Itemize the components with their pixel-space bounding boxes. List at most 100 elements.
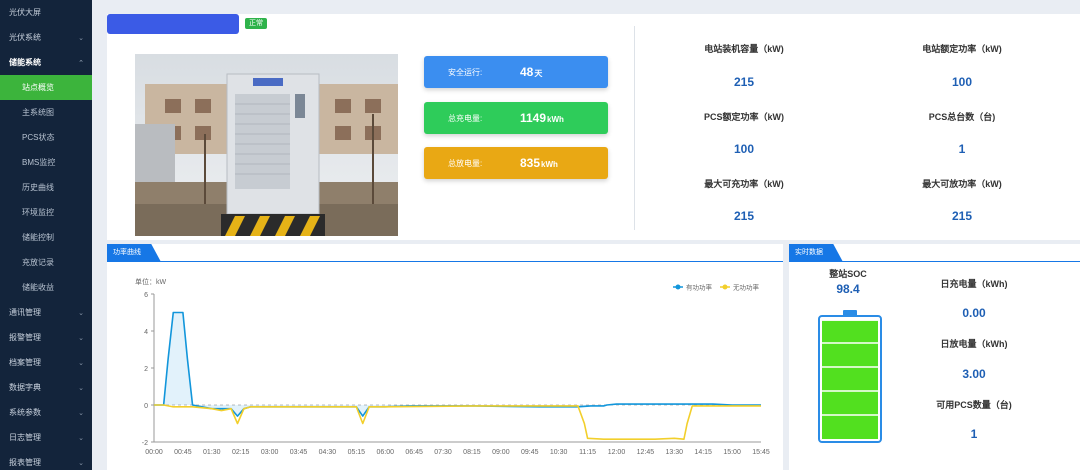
total-charge-card: 总充电量: 1149kWh	[424, 102, 608, 134]
total-discharge-unit: kWh	[541, 160, 558, 169]
y-tick-label: 2	[144, 366, 148, 373]
total-charge-label: 总充电量:	[448, 113, 483, 123]
kpi-pcs-count-value: 1	[958, 142, 966, 156]
y-tick-label: 6	[144, 292, 148, 299]
sidebar-item-label: 储能系统	[9, 58, 41, 67]
kpi-max-discharge-label: 最大可放功率（kW)	[922, 179, 1002, 189]
sidebar-subitem-storage-revenue[interactable]: 储能收益	[0, 275, 92, 300]
day-charge-value: 0.00	[962, 306, 986, 320]
sidebar-item-label: 报表管理	[9, 458, 41, 467]
sidebar-item-pv-system[interactable]: 光伏系统 ⌄	[0, 25, 92, 50]
divider	[634, 26, 635, 230]
sidebar-subitem-env-monitor[interactable]: 环境监控	[0, 200, 92, 225]
sidebar-item-label: 报警管理	[9, 333, 41, 342]
sidebar-item-pv-screen[interactable]: 光伏大屏	[0, 0, 92, 25]
sidebar-subitem-station-overview[interactable]: 站点概览	[0, 75, 92, 100]
kpi-pcs-rated-value: 100	[733, 142, 755, 156]
x-tick-label: 15:00	[723, 449, 741, 456]
x-tick-label: 00:45	[174, 449, 192, 456]
battery-icon	[818, 310, 882, 443]
y-tick-label: 0	[144, 403, 148, 410]
soc-title: 整站SOC	[829, 269, 867, 279]
chevron-down-icon: ⌄	[78, 34, 84, 42]
sidebar-item-logs[interactable]: 日志管理 ⌄	[0, 425, 92, 450]
available-pcs-label: 可用PCS数量（台)	[936, 400, 1012, 410]
sidebar-subitem-bms-monitor[interactable]: BMS监控	[0, 150, 92, 175]
day-discharge-value: 3.00	[962, 367, 986, 381]
total-charge-number: 1149	[520, 111, 547, 125]
station-name-bar[interactable]	[107, 14, 239, 34]
kpi-pcs-rated-label: PCS额定功率（kW)	[703, 112, 784, 122]
legend-swatch-dot	[675, 284, 681, 290]
safe-run-card: 安全运行: 48天	[424, 56, 608, 88]
sidebar-subitem-storage-control[interactable]: 储能控制	[0, 225, 92, 250]
kpi-max-charge-label: 最大可充功率（kW)	[704, 179, 784, 189]
sidebar-item-label: PCS状态	[22, 133, 55, 142]
series-line-1	[154, 311, 761, 417]
sidebar-item-comm[interactable]: 通讯管理 ⌄	[0, 300, 92, 325]
x-tick-label: 11:15	[579, 449, 596, 456]
sidebar-item-label: 历史曲线	[22, 183, 54, 192]
total-discharge-value: 835kWh	[520, 156, 558, 170]
sidebar-item-label: 光伏系统	[9, 33, 41, 42]
x-tick-label: 15:45	[752, 449, 770, 456]
sidebar-item-label: 充放记录	[22, 258, 54, 267]
x-tick-label: 03:00	[261, 449, 279, 456]
x-tick-label: 04:30	[319, 449, 337, 456]
day-discharge-label: 日放电量（kWh)	[940, 339, 1008, 349]
chevron-down-icon: ⌄	[78, 334, 84, 342]
sidebar-item-label: 日志管理	[9, 433, 41, 442]
chevron-down-icon: ⌄	[78, 309, 84, 317]
day-charge-label: 日充电量（kWh)	[940, 279, 1008, 289]
x-tick-label: 08:15	[463, 449, 481, 456]
x-tick-label: 01:30	[203, 449, 221, 456]
x-tick-label: 07:30	[434, 449, 452, 456]
safe-run-number: 48	[520, 65, 534, 79]
power-curve-panel: 功率曲线 单位：kW 6 4 2 0 -2 00:00 00:45 01:30 02:15 03:0…	[107, 244, 783, 470]
soc-value: 98.4	[836, 282, 860, 296]
battery-fill	[822, 320, 878, 439]
kpi-installed-capacity-label: 电站装机容量（kW)	[704, 44, 784, 54]
realtime-panel: 实时数据 整站SOC 98.4 日充电量（kWh) 0.00 日放电量（kWh)…	[789, 244, 1080, 470]
sidebar-subitem-history-curve[interactable]: 历史曲线	[0, 175, 92, 200]
sidebar-item-label: 档案管理	[9, 358, 41, 367]
tab-realtime[interactable]: 实时数据	[789, 244, 843, 262]
main-content: 正常 安全运行: 48天 总充电量: 1149kWh 总放电量: 835kWh …	[92, 0, 1080, 470]
battery-cabinet-image	[135, 54, 398, 236]
sidebar-item-label: 主系统图	[22, 108, 54, 117]
total-discharge-number: 835	[520, 156, 541, 170]
sidebar-item-alarm[interactable]: 报警管理 ⌄	[0, 325, 92, 350]
x-tick-label: 00:00	[145, 449, 163, 456]
tab-power-curve[interactable]: 功率曲线	[107, 244, 161, 262]
station-overview-panel: 正常 安全运行: 48天 总充电量: 1149kWh 总放电量: 835kWh …	[107, 14, 1080, 240]
total-charge-value: 1149kWh	[520, 111, 564, 125]
sidebar-item-label: 储能收益	[22, 283, 54, 292]
x-tick-label: 10:30	[550, 449, 568, 456]
sidebar-item-dictionary[interactable]: 数据字典 ⌄	[0, 375, 92, 400]
series-area-1	[154, 312, 761, 417]
total-discharge-card: 总放电量: 835kWh	[424, 147, 608, 179]
chevron-down-icon: ⌄	[78, 384, 84, 392]
total-discharge-label: 总放电量:	[448, 158, 483, 168]
x-tick-label: 13:30	[666, 449, 684, 456]
sidebar-item-label: 通讯管理	[9, 308, 41, 317]
x-tick-label: 02:15	[232, 449, 250, 456]
kpi-max-discharge-value: 215	[951, 209, 973, 223]
sidebar-item-sys-params[interactable]: 系统参数 ⌄	[0, 400, 92, 425]
available-pcs-value: 1	[970, 427, 978, 441]
kpi-pcs-count-label: PCS总台数（台)	[928, 112, 996, 122]
sidebar-subitem-main-diagram[interactable]: 主系统图	[0, 100, 92, 125]
sidebar-item-label: BMS监控	[22, 158, 56, 167]
sidebar-subitem-pcs-status[interactable]: PCS状态	[0, 125, 92, 150]
sidebar-item-archive[interactable]: 档案管理 ⌄	[0, 350, 92, 375]
sidebar-item-label: 光伏大屏	[9, 8, 41, 17]
x-tick-label: 12:00	[608, 449, 626, 456]
status-badge: 正常	[245, 18, 267, 29]
sidebar-item-reports[interactable]: 报表管理 ⌄	[0, 450, 92, 470]
sidebar-subitem-charge-records[interactable]: 充放记录	[0, 250, 92, 275]
legend-label: 无功功率	[733, 283, 760, 292]
x-tick-label: 14:15	[694, 449, 712, 456]
power-curve-chart: 单位：kW 6 4 2 0 -2 00:00 00:45 01:30 02:15 03:00 03:4…	[135, 277, 770, 456]
chevron-down-icon: ⌄	[78, 359, 84, 367]
sidebar-item-storage-system[interactable]: 储能系统 ⌃	[0, 50, 92, 75]
